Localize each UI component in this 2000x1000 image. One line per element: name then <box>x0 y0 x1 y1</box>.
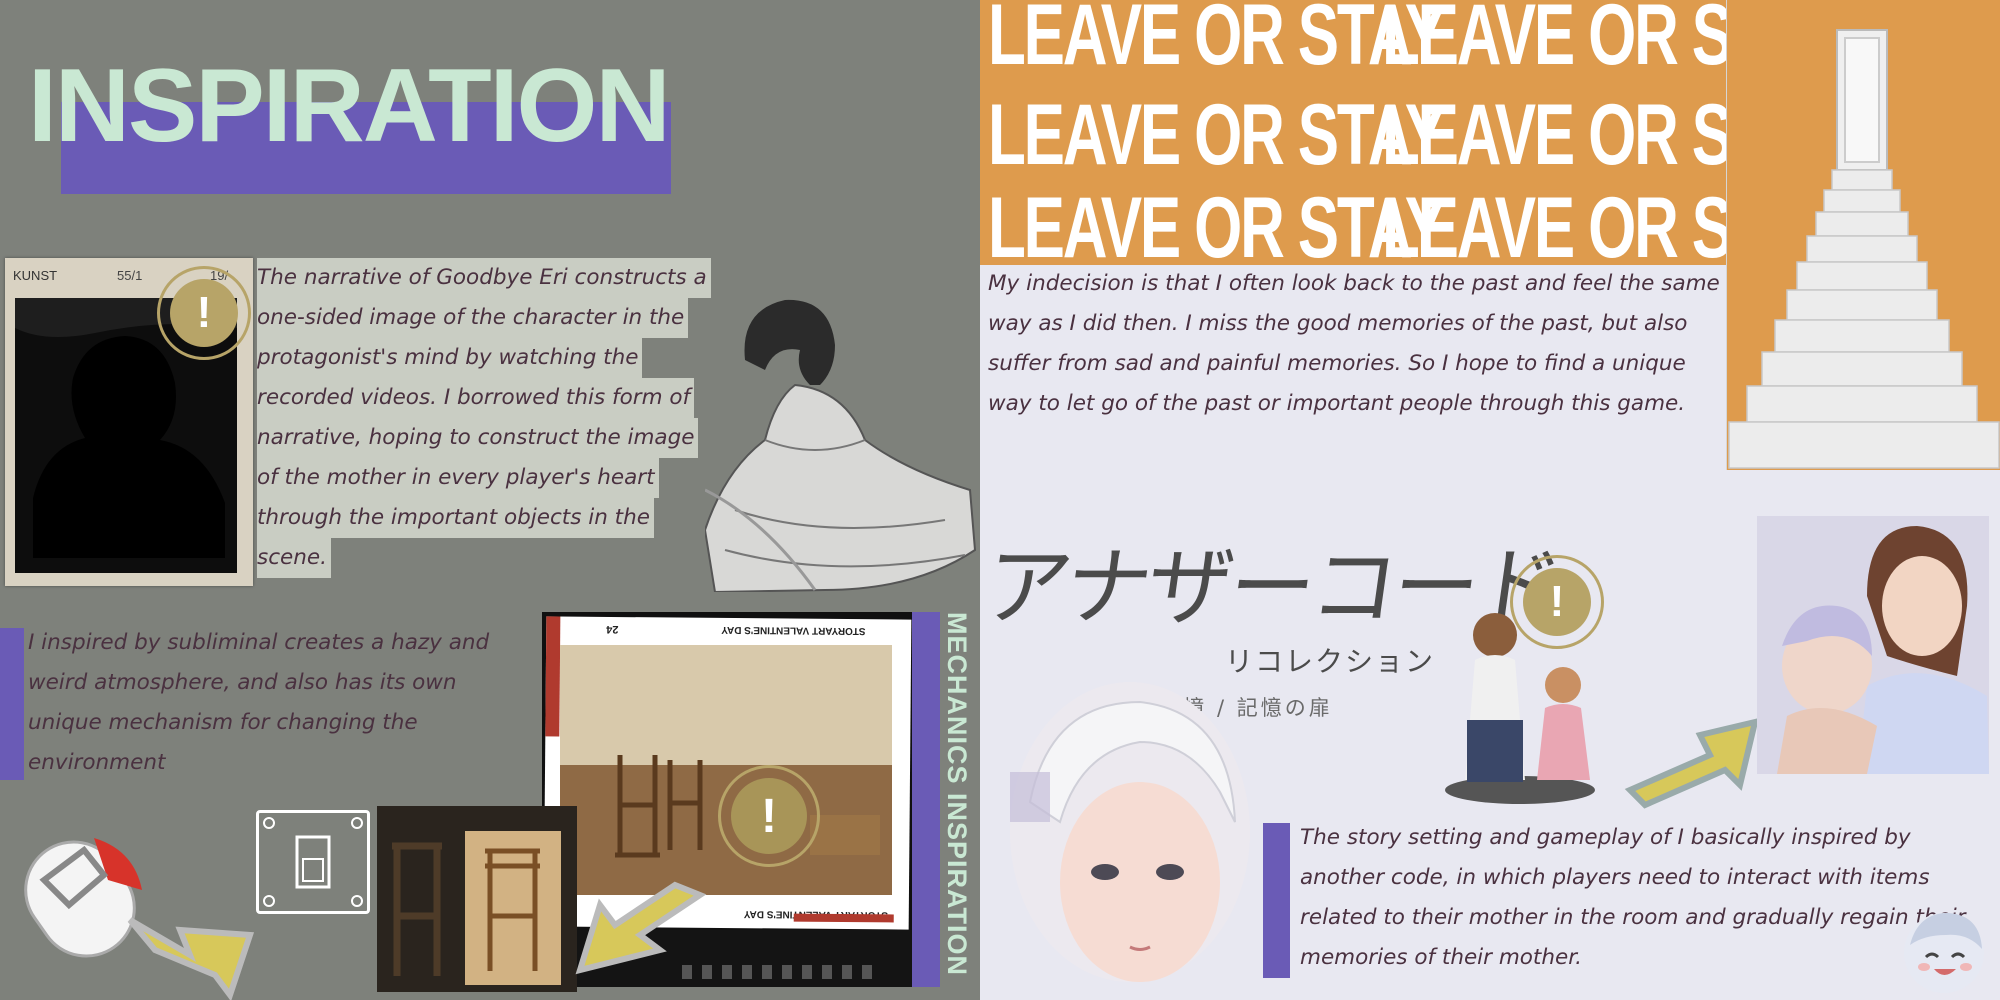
paragraph-line: The narrative of Goodbye Eri constructs … <box>257 258 711 298</box>
chair-closeup-photo <box>465 831 561 985</box>
another-code-paragraph: The story setting and gameplay of I basi… <box>1300 825 1966 970</box>
alert-badge-icon[interactable]: ! <box>1510 555 1604 649</box>
family-pawn-figures: ! <box>1445 550 1605 810</box>
alert-badge-icon[interactable]: ! <box>157 266 251 360</box>
arrow-icon <box>120 880 270 1000</box>
kunst-label: KUNST <box>13 268 58 283</box>
kunst-card: KUNST 55/1 19/ ! <box>5 258 253 586</box>
indecision-paragraph: My indecision is that I often look back … <box>988 271 1720 416</box>
red-tape-strip <box>793 913 894 923</box>
anime-girl-portrait <box>990 682 1260 1000</box>
page-title: INSPIRATION <box>28 48 671 164</box>
leave-or-stay-text: LEAVE OR STAY <box>988 0 1446 83</box>
section-divider <box>0 593 980 607</box>
paragraph-line: recorded videos. I borrowed this form of <box>257 378 695 418</box>
another-code-logo-subtitle: リコレクション <box>1225 645 1436 678</box>
mechanics-label: MECHANICS INSPIRATION <box>942 612 972 977</box>
kunst-number: 55/1 <box>117 268 143 283</box>
paragraph-line: of the mother in every player's heart <box>257 458 659 498</box>
alert-badge-icon[interactable]: ! <box>718 765 820 867</box>
paragraph-line: scene. <box>257 538 331 578</box>
light-switch-icon <box>256 810 370 914</box>
subliminal-paragraph: I inspired by subliminal creates a hazy … <box>28 630 490 775</box>
accent-bar <box>0 628 24 780</box>
mechanics-bar <box>912 612 940 987</box>
girl-sketch-illustration <box>703 290 980 594</box>
arrow-icon <box>1620 700 1760 820</box>
arrow-icon <box>560 875 710 995</box>
accent-bar <box>1263 823 1290 978</box>
paragraph-line: through the important objects in the <box>257 498 654 538</box>
red-tape-strip <box>545 616 561 737</box>
goodbye-eri-paragraph: The narrative of Goodbye Eri constructs … <box>257 258 777 578</box>
paragraph-line: narrative, hoping to construct the image <box>257 418 699 458</box>
stairs-door-illustration <box>1726 0 2000 470</box>
paragraph-line: protagonist's mind by watching the <box>257 338 643 378</box>
leave-or-stay-text: LEAVE OR STAY <box>988 180 1446 265</box>
leave-or-stay-text: LEAVE OR STAY <box>988 87 1446 183</box>
polaroid-caption-top: STORYART VALENTINE'S DAY <box>721 623 866 637</box>
polaroid-number: 24 <box>606 622 619 636</box>
mother-child-illustration <box>1757 516 1989 774</box>
room-photo: ! <box>560 645 892 895</box>
paragraph-line: one-sided image of the character in the <box>257 298 689 338</box>
chibi-face-icon <box>1898 905 1990 997</box>
